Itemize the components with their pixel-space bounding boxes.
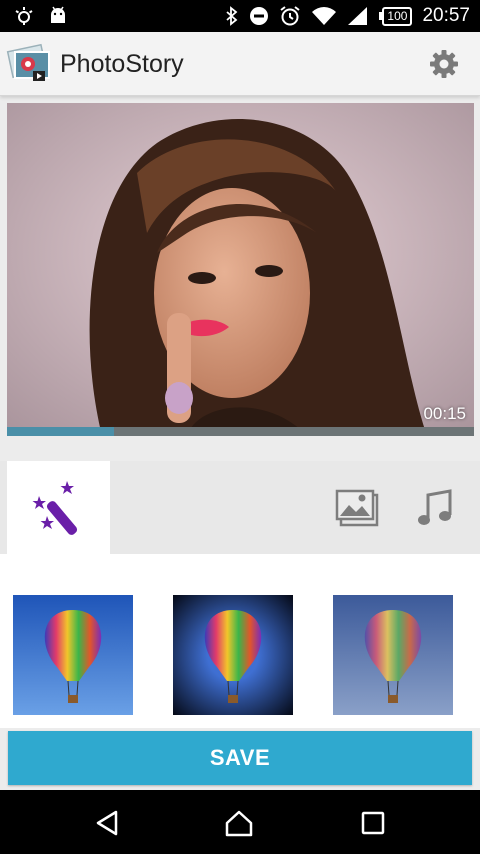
do-not-disturb-icon xyxy=(250,7,269,25)
gear-icon xyxy=(430,50,458,78)
signal-icon xyxy=(348,7,368,25)
home-icon xyxy=(225,810,253,837)
navigation-bar xyxy=(0,790,480,854)
photostory-logo-icon xyxy=(6,43,50,81)
effects-strip xyxy=(0,554,480,728)
wifi-icon xyxy=(312,7,337,25)
back-icon xyxy=(96,810,118,836)
recents-button[interactable] xyxy=(358,808,388,838)
android-icon xyxy=(51,6,65,23)
bluetooth-icon xyxy=(226,6,238,26)
preview-photo xyxy=(7,103,474,436)
video-duration: 00:15 xyxy=(423,404,466,423)
effect-thumbnail-vignette[interactable] xyxy=(173,595,293,715)
save-button[interactable]: SAVE xyxy=(8,731,472,785)
settings-button[interactable] xyxy=(426,46,462,82)
brightness-icon xyxy=(15,7,33,25)
balloon-effect-faded xyxy=(333,595,453,715)
recents-icon xyxy=(361,811,385,835)
tab-music[interactable] xyxy=(408,461,462,554)
video-preview[interactable]: 00:15 xyxy=(7,103,474,436)
back-button[interactable] xyxy=(92,808,122,838)
alarm-icon xyxy=(280,6,301,26)
balloon-effect-normal xyxy=(13,595,133,715)
balloon-effect-vignette xyxy=(173,595,293,715)
tab-effects[interactable] xyxy=(7,461,110,554)
status-time: 20:57 xyxy=(422,5,470,26)
magic-wand-icon xyxy=(32,480,77,535)
video-progress-bar[interactable] xyxy=(7,427,474,436)
music-note-icon xyxy=(418,488,452,525)
effect-thumbnail-faded[interactable] xyxy=(333,595,453,715)
video-progress-fill xyxy=(7,427,115,436)
tool-tabs xyxy=(0,461,480,554)
app-bar: PhotoStory xyxy=(0,32,480,96)
battery-icon: 100 xyxy=(379,6,413,26)
tab-photos[interactable] xyxy=(330,461,384,554)
gallery-icon xyxy=(335,489,379,526)
battery-level: 100 xyxy=(382,6,413,26)
effect-thumbnail-normal[interactable] xyxy=(13,595,133,715)
status-bar: 100 20:57 xyxy=(0,0,480,32)
home-button[interactable] xyxy=(224,808,254,838)
app-title: PhotoStory xyxy=(60,50,184,78)
